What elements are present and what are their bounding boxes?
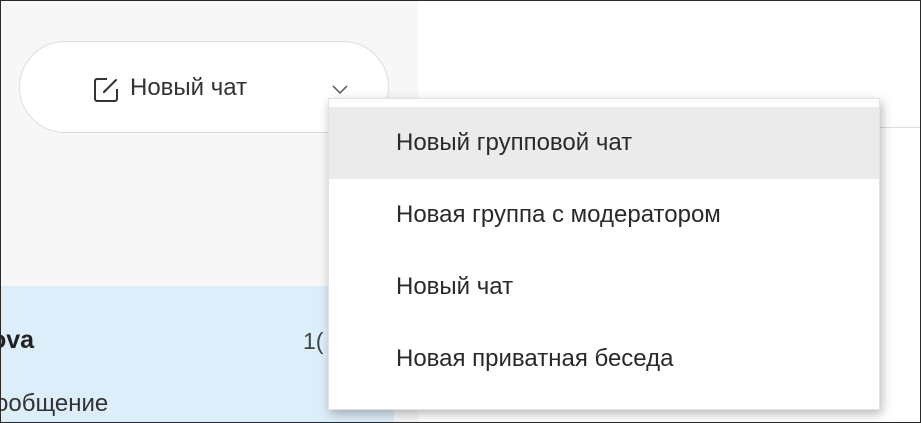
menu-item-new-moderated-group[interactable]: Новая группа с модератором [329,179,879,251]
menu-item-new-chat[interactable]: Новый чат [329,251,879,323]
menu-item-new-group-chat[interactable]: Новый групповой чат [329,107,879,179]
chat-contact-name: ova [1,326,35,354]
new-chat-dropdown-menu: Новый групповой чат Новая группа с модер… [328,98,880,410]
app-window: Новый чат ova 1( ообщение Новый группово… [0,0,921,423]
menu-item-new-private-conversation[interactable]: Новая приватная беседа [329,323,879,395]
compose-icon [94,78,118,102]
chat-timestamp: 1( [303,328,324,354]
new-chat-label: Новый чат [130,74,248,101]
chevron-down-icon[interactable] [330,79,350,99]
chat-message-preview: ообщение [0,390,109,417]
